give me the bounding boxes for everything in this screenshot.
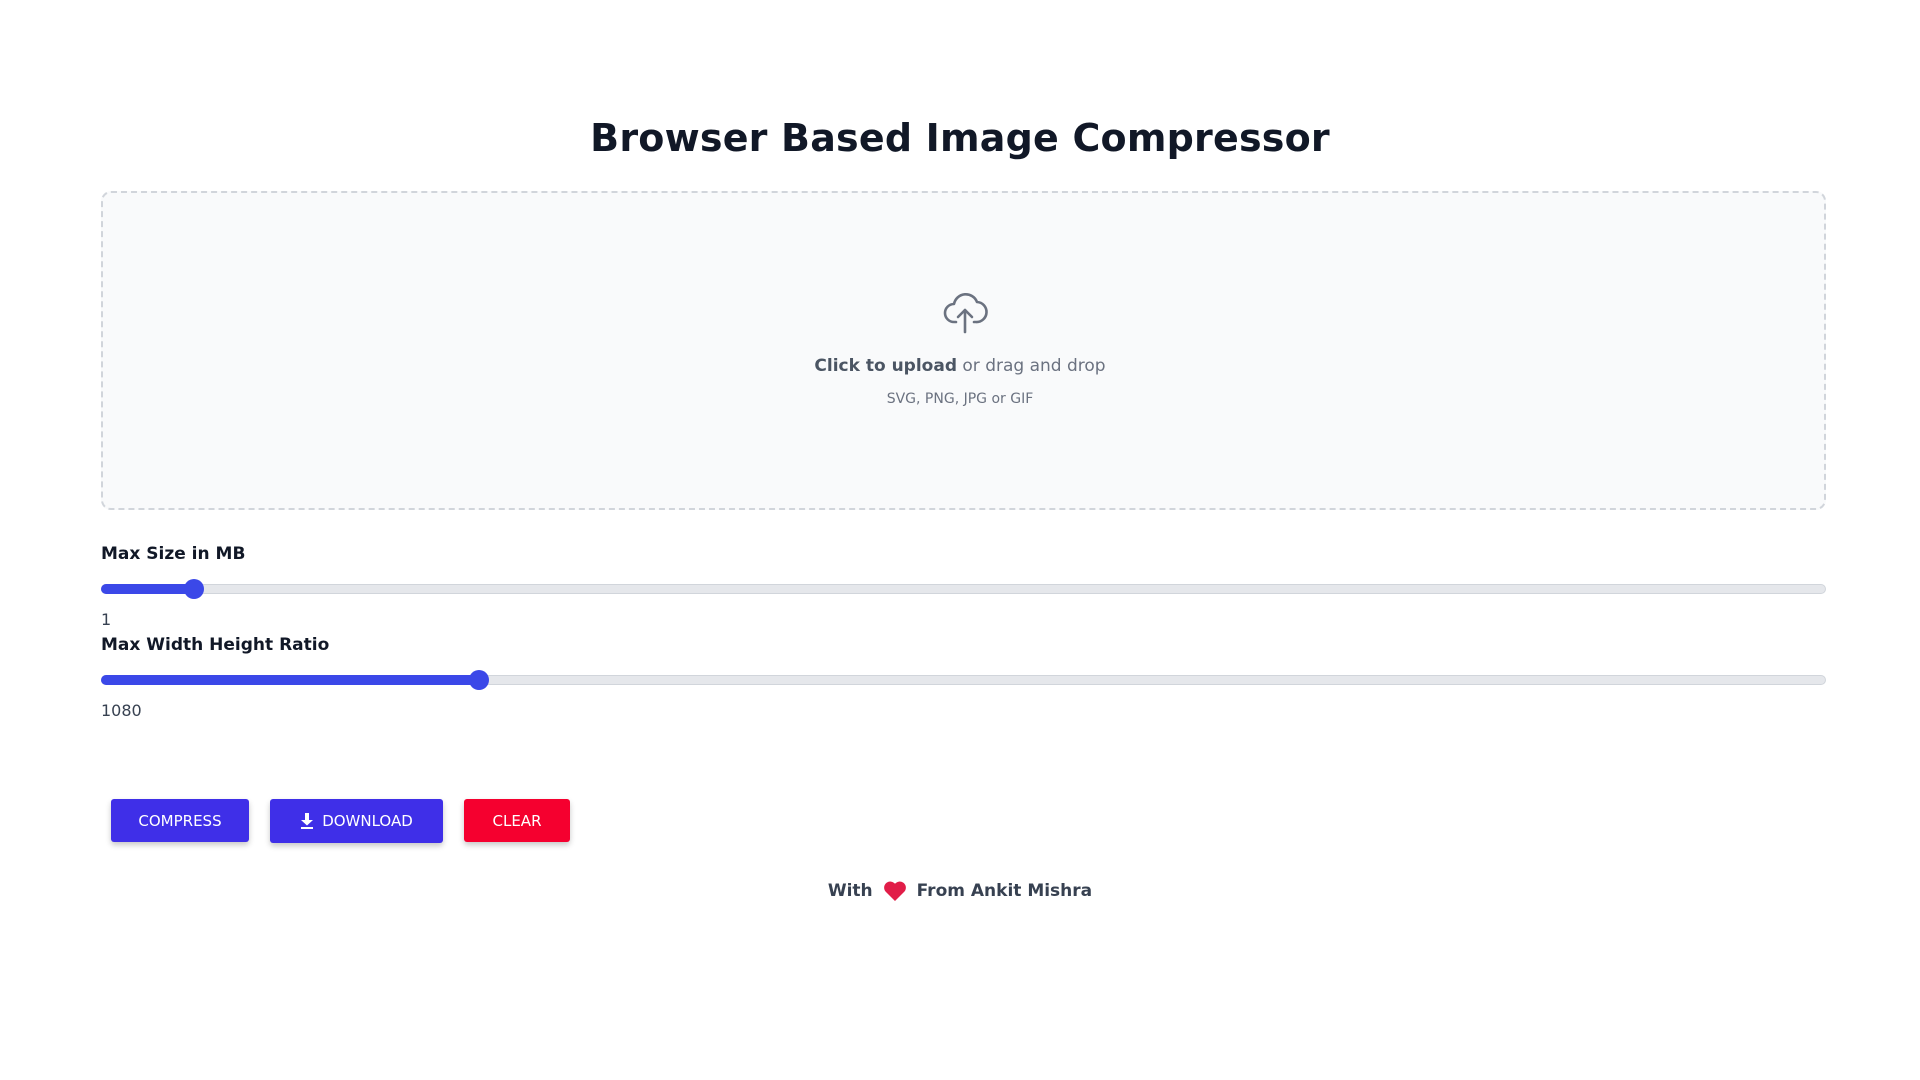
drag-drop-text: or drag and drop: [962, 356, 1106, 376]
max-ratio-value: 1080: [101, 701, 142, 720]
upload-instructions[interactable]: Click to upload or drag and drop: [0, 356, 1920, 376]
slider-thumb[interactable]: [184, 579, 204, 599]
footer-prefix: With: [827, 881, 873, 901]
max-size-value: 1: [101, 610, 112, 629]
download-icon: [301, 813, 314, 829]
clear-button[interactable]: CLEAR: [464, 799, 570, 842]
compress-button-label: COMPRESS: [138, 811, 222, 830]
download-button-label: DOWNLOAD: [322, 812, 413, 830]
heart-icon: [883, 881, 906, 901]
page-title: Browser Based Image Compressor: [590, 116, 1330, 160]
upload-file-types: SVG, PNG, JPG or GIF: [886, 391, 1034, 407]
download-button[interactable]: DOWNLOAD: [270, 799, 443, 843]
click-to-upload-text[interactable]: Click to upload: [814, 356, 957, 376]
compress-button[interactable]: COMPRESS: [111, 799, 249, 842]
max-size-slider[interactable]: [101, 578, 1826, 600]
slider-track: [101, 584, 1826, 594]
max-size-label: Max Size in MB: [101, 544, 246, 564]
page: Browser Based Image Compressor Click to …: [0, 0, 1920, 1080]
max-ratio-label: Max Width Height Ratio: [101, 635, 330, 655]
clear-button-label: CLEAR: [492, 811, 542, 830]
footer-author: From Ankit Mishra: [916, 881, 1093, 901]
slider-fill: [101, 584, 194, 594]
cloud-upload-icon: [943, 292, 988, 334]
max-ratio-slider[interactable]: [101, 669, 1826, 691]
footer-credit: With From Ankit Mishra: [0, 880, 1920, 902]
slider-fill: [101, 675, 479, 685]
upload-dropzone[interactable]: [101, 191, 1826, 510]
slider-thumb[interactable]: [469, 670, 489, 690]
